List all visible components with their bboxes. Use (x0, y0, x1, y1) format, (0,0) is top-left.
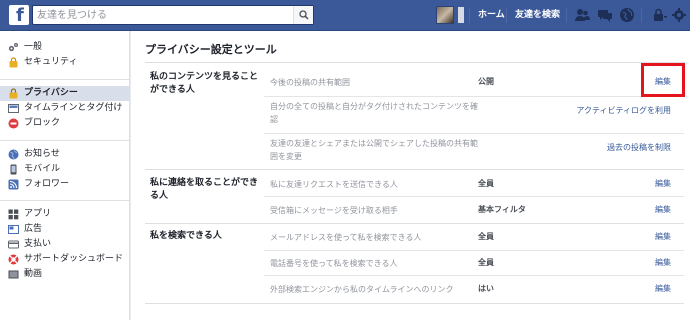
top-navigation-bar: f ホーム 友達を検索 (0, 0, 690, 31)
section-divider (145, 169, 684, 170)
sidebar-item-apps[interactable]: アプリ (0, 207, 130, 222)
section-title: 私を検索できる人 (150, 231, 222, 241)
sidebar-item-label: フォロワー (24, 179, 70, 189)
home-link[interactable]: ホーム (478, 8, 505, 22)
sidebar-item-mobile[interactable]: モバイル (0, 162, 130, 177)
messages-icon[interactable] (597, 7, 613, 23)
profile-avatar[interactable] (436, 6, 454, 24)
nav-divider (641, 8, 642, 23)
search-input[interactable] (37, 8, 292, 22)
sidebar-item-label: 広告 (24, 224, 43, 234)
sidebar-item-timeline-tagging[interactable]: タイムラインとタグ付け (0, 101, 130, 116)
privacy-shortcuts-icon[interactable] (651, 7, 667, 23)
row-divider (264, 275, 684, 276)
title-divider (145, 62, 685, 63)
sidebar-divider (0, 79, 130, 80)
row-divider (264, 250, 684, 251)
block-icon (8, 118, 19, 129)
edit-link[interactable]: 編集 (655, 204, 671, 215)
sidebar-item-security[interactable]: セキュリティ (0, 55, 130, 70)
setting-value: 基本フィルタ (478, 205, 526, 214)
sidebar-item-label: セキュリティ (24, 57, 78, 67)
edit-link[interactable]: 編集 (655, 178, 671, 189)
sidebar-item-followers[interactable]: フォロワー (0, 177, 130, 192)
sidebar-item-label: モバイル (24, 164, 61, 174)
section-title: 私に連絡を取ることができる人 (150, 178, 259, 201)
setting-value: 全員 (478, 232, 494, 241)
payments-icon (8, 239, 19, 250)
sidebar-item-video[interactable]: 動画 (0, 267, 130, 282)
sidebar-item-label: ブロック (24, 118, 61, 128)
profile-name[interactable] (458, 7, 464, 23)
setting-question: 電話番号を使って私を検索できる人 (270, 259, 398, 268)
sidebar-item-label: サポートダッシュボード (24, 254, 124, 264)
rss-icon (8, 179, 19, 190)
setting-value: はい (478, 284, 494, 293)
sidebar-item-label: プライバシー (24, 88, 78, 98)
ads-icon (8, 224, 19, 235)
settings-icon[interactable] (671, 7, 687, 23)
section-divider (145, 303, 684, 304)
sidebar-item-label: アプリ (24, 209, 52, 219)
section-title: 私のコンテンツを見ることができる人 (150, 72, 259, 95)
friend-requests-icon[interactable] (574, 7, 590, 23)
search-button[interactable] (293, 6, 313, 24)
sidebar-item-privacy[interactable]: プライバシー (0, 86, 130, 101)
video-icon (8, 269, 19, 280)
limit-past-posts-link[interactable]: 過去の投稿を制限 (607, 142, 671, 153)
notifications-icon[interactable] (619, 7, 635, 23)
shield-icon (8, 57, 19, 68)
sidebar-item-label: 動画 (24, 269, 43, 279)
row-divider (264, 96, 684, 97)
setting-question: 受信箱にメッセージを受け取る相手 (270, 206, 398, 215)
sidebar-item-label: お知らせ (24, 149, 60, 159)
find-friends-link[interactable]: 友達を検索 (515, 8, 560, 22)
sidebar-item-general[interactable]: 一般 (0, 40, 130, 55)
setting-question: 自分の全ての投稿と自分がタグ付けされたコンテンツを確認 (270, 102, 478, 124)
search-box (32, 5, 314, 25)
setting-question: 今後の投稿の共有範囲 (270, 78, 350, 87)
edit-link[interactable]: 編集 (655, 231, 671, 242)
sidebar-divider (0, 200, 130, 201)
nav-divider (566, 8, 567, 23)
edit-link[interactable]: 編集 (655, 257, 671, 268)
sidebar-item-ads[interactable]: 広告 (0, 222, 130, 237)
sidebar-item-notifications[interactable]: お知らせ (0, 147, 130, 162)
sidebar-divider (0, 140, 130, 141)
settings-sidebar: 一般 セキュリティ プライバシー タイムラインとタグ付け ブロック お知らせ モ… (0, 31, 130, 320)
facebook-logo[interactable]: f (9, 5, 29, 26)
page-title: プライバシー設定とツール (145, 43, 277, 56)
sidebar-item-block[interactable]: ブロック (0, 116, 130, 131)
setting-value: 全員 (478, 179, 494, 188)
row-divider (264, 196, 684, 197)
section-divider (145, 223, 684, 224)
activity-log-link[interactable]: アクティビティログを利用 (576, 105, 671, 116)
globe-icon (8, 149, 19, 160)
row-divider (264, 133, 684, 134)
setting-value: 公開 (478, 77, 494, 86)
setting-value: 全員 (478, 258, 494, 267)
setting-question: 友達の友達とシェアまたは公開でシェアした投稿の共有範囲を変更 (270, 139, 478, 161)
nav-divider (506, 8, 507, 23)
timeline-icon (8, 103, 19, 114)
setting-question: 外部検索エンジンから私のタイムラインへのリンク (270, 285, 454, 294)
edit-link[interactable]: 編集 (655, 283, 671, 294)
nav-divider (469, 8, 470, 23)
support-icon (8, 254, 19, 265)
highlight-annotation-box (641, 63, 685, 97)
setting-question: メールアドレスを使って私を検索できる人 (270, 233, 422, 242)
apps-icon (8, 209, 19, 220)
sidebar-item-support-dashboard[interactable]: サポートダッシュボード (0, 252, 130, 267)
sidebar-item-label: タイムラインとタグ付け (24, 103, 123, 113)
sidebar-item-label: 支払い (24, 239, 52, 249)
setting-question: 私に友達リクエストを送信できる人 (270, 180, 398, 189)
gears-icon (8, 42, 19, 53)
sidebar-item-payments[interactable]: 支払い (0, 237, 130, 252)
sidebar-item-label: 一般 (24, 42, 43, 52)
mobile-icon (8, 164, 19, 175)
lock-icon (8, 88, 19, 99)
